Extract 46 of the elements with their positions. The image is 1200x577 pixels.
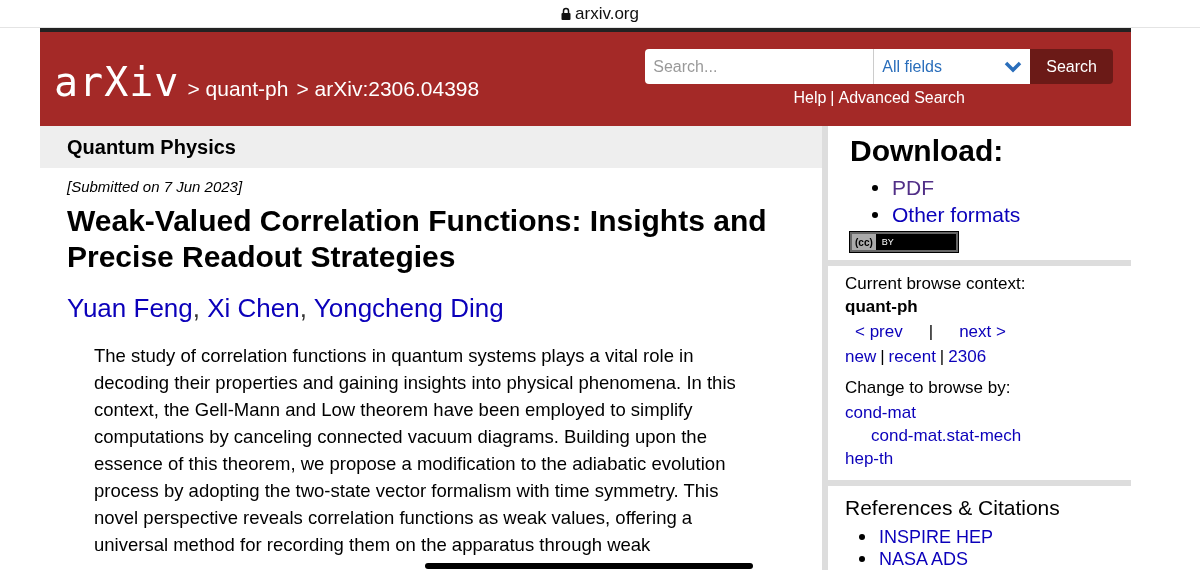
separator: | [928, 321, 934, 343]
lock-icon [561, 7, 572, 20]
category-link[interactable]: hep-th [845, 449, 894, 468]
references-heading: References & Citations [845, 496, 1061, 520]
search-field[interactable]: Search... [645, 49, 874, 84]
browse-label: Current browse context: [845, 273, 1027, 295]
author-link[interactable]: Yuan Feng [67, 293, 193, 323]
comma: , [192, 293, 201, 323]
prev-link[interactable]: < prev [855, 320, 903, 343]
download-link[interactable]: Other formats [892, 201, 1021, 228]
comma: , [299, 293, 308, 323]
download-heading: Download: [850, 134, 1005, 168]
bullet-icon [872, 184, 878, 191]
category-link[interactable]: cond-mat [845, 403, 916, 422]
author-link[interactable]: Xi Chen [207, 293, 300, 323]
field-select[interactable]: All fields [873, 49, 1031, 84]
search-button[interactable]: Search [1030, 49, 1113, 84]
separator: | [939, 346, 945, 368]
separator: | [880, 346, 885, 368]
bullet-icon [859, 556, 865, 562]
abstract-text: The study of correlation functions in quantum systems plays a vital role in decoding their properties and gaining insights into physical phenomena. In this context, the Gell-Mann and Low theorem have been employed to simplify computations by canceling connected vacuum diagrams. Building upon the essence of this theorem, we propose a modification to the adiabatic evolution process by adopting the two-state vector formalism with time symmetry. This novel perspective reveals correlation functions as weak values, offering a universal method for recording them on the apparatus through weak [94, 344, 736, 557]
site-logo[interactable]: arXiv [54, 59, 180, 105]
author-link[interactable]: Yongcheng Ding [313, 293, 504, 323]
browse-link[interactable]: recent [888, 345, 936, 368]
breadcrumb-link[interactable]: > arXiv:2306.04398 [296, 77, 480, 101]
subject-heading: Quantum Physics [40, 126, 822, 168]
breadcrumb-link[interactable]: > quant-ph [187, 77, 289, 101]
download-link[interactable]: PDF [892, 174, 934, 201]
license-badge[interactable]: (cc) BY [850, 232, 958, 252]
submission-date: [Submitted on 7 Jun 2023] [67, 178, 244, 195]
paper-title: Weak-Valued Correlation Functions: Insights and Precise Readout Strategies [67, 203, 768, 275]
browse-link[interactable]: new [845, 345, 877, 368]
header-link[interactable]: Help [793, 89, 827, 107]
chevron-icon [1004, 60, 1023, 73]
browse-link[interactable]: 2306 [948, 345, 987, 368]
header-link[interactable]: Advanced Search [838, 89, 965, 107]
browse-context: quant-ph [845, 296, 919, 318]
bullet-icon [872, 211, 878, 218]
category-link[interactable]: cond-mat.stat-mech [871, 426, 1022, 445]
reference-link[interactable]: NASA ADS [879, 548, 969, 570]
next-link[interactable]: next > [959, 320, 1006, 343]
reference-link[interactable]: INSPIRE HEP [879, 526, 994, 548]
separator: | [830, 89, 835, 107]
change-browse-label: Change to browse by: [845, 377, 1012, 399]
address-text[interactable]: arxiv.org [575, 3, 639, 24]
bullet-icon [859, 534, 865, 540]
